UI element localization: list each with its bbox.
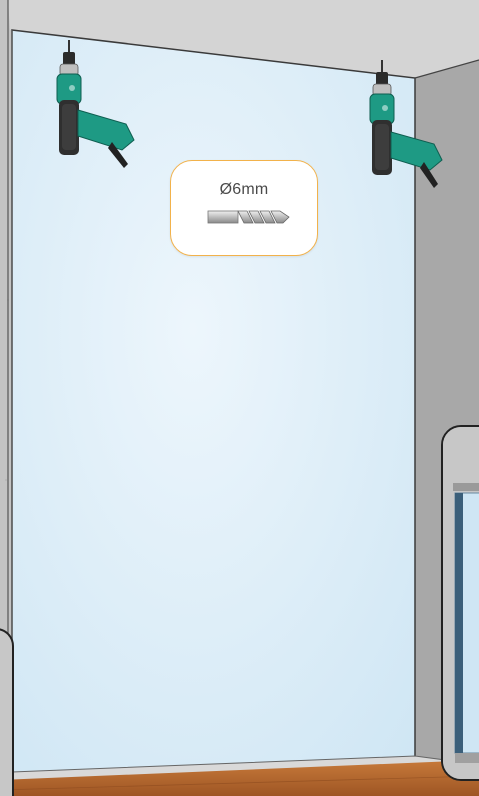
detail-inset-illustration [443, 427, 479, 779]
wall-recess-illustration [0, 0, 479, 796]
drill-bit-icon [207, 210, 290, 224]
detail-inset [441, 425, 479, 781]
drill-bit-size-label: Ø6mm [219, 181, 269, 198]
installation-scene: Ø6mm [0, 0, 479, 796]
drill-bit-badge: Ø6mm [170, 160, 318, 256]
left-detail-inset [0, 628, 14, 796]
